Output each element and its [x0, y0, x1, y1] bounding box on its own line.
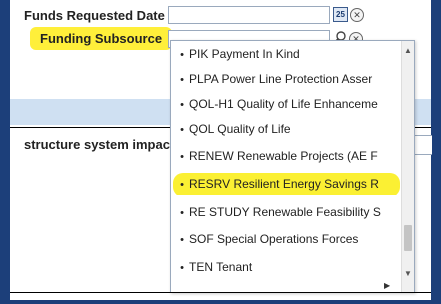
bullet-icon: •	[180, 207, 184, 219]
dropdown-option[interactable]: • PIK Payment In Kind	[171, 43, 402, 65]
dropdown-option-label: SOF Special Operations Forces	[189, 232, 359, 246]
bullet-icon: •	[180, 151, 184, 163]
scroll-down-icon[interactable]: ▼	[402, 268, 414, 280]
funding-subsource-label: Funding Subsource	[30, 27, 173, 50]
bullet-icon: •	[180, 74, 184, 86]
dropdown-option-label: QOL Quality of Life	[189, 122, 291, 136]
bullet-icon: •	[180, 234, 184, 246]
funding-subsource-dropdown[interactable]: • PIK Payment In Kind • PLPA Power Line Pro…	[170, 40, 415, 293]
bullet-icon: •	[180, 179, 184, 191]
dropdown-option[interactable]: • QOL-H1 Quality of Life Enhanceme	[171, 93, 402, 115]
bullet-icon: •	[180, 262, 184, 274]
dropdown-option[interactable]: • PLPA Power Line Protection Asser	[171, 68, 402, 90]
window-frame-left	[0, 0, 10, 304]
dropdown-option-label: RESRV Resilient Energy Savings R	[189, 177, 379, 191]
funds-requested-date-label: Funds Requested Date	[24, 8, 165, 23]
dropdown-option-label: RENEW Renewable Projects (AE F	[189, 149, 378, 163]
bullet-icon: •	[180, 99, 184, 111]
scroll-right-icon[interactable]: ▶	[384, 281, 390, 290]
bullet-icon: •	[180, 49, 184, 61]
dropdown-option-label: TEN Tenant	[189, 260, 253, 274]
dropdown-option[interactable]: • SOF Special Operations Forces	[171, 228, 402, 250]
scroll-up-icon[interactable]: ▲	[402, 45, 414, 57]
dropdown-option-label: QOL-H1 Quality of Life Enhanceme	[189, 97, 378, 111]
window-frame-right	[431, 0, 441, 304]
dropdown-option-label: PIK Payment In Kind	[189, 47, 300, 61]
dropdown-option-label: RE STUDY Renewable Feasibility S	[189, 205, 381, 219]
dropdown-option[interactable]: • RESRV Resilient Energy Savings R	[171, 173, 402, 195]
window-frame-bottom	[0, 300, 441, 304]
clear-date-icon[interactable]: ✕	[350, 8, 364, 22]
scroll-thumb[interactable]	[404, 225, 412, 251]
bottom-divider	[10, 292, 431, 293]
dropdown-option[interactable]: • TEN Tenant	[171, 256, 402, 278]
dropdown-option[interactable]: • QOL Quality of Life	[171, 118, 402, 140]
structure-system-impact-label: structure system impac	[24, 137, 170, 152]
dropdown-scrollbar[interactable]: ▲ ▼	[401, 41, 414, 292]
dropdown-option[interactable]: • RE STUDY Renewable Feasibility S	[171, 201, 402, 223]
calendar-icon[interactable]: 25	[333, 7, 348, 22]
dropdown-option[interactable]: • RENEW Renewable Projects (AE F	[171, 145, 402, 167]
dropdown-option-label: PLPA Power Line Protection Asser	[189, 72, 373, 86]
funds-requested-date-input[interactable]	[168, 6, 330, 24]
bullet-icon: •	[180, 124, 184, 136]
